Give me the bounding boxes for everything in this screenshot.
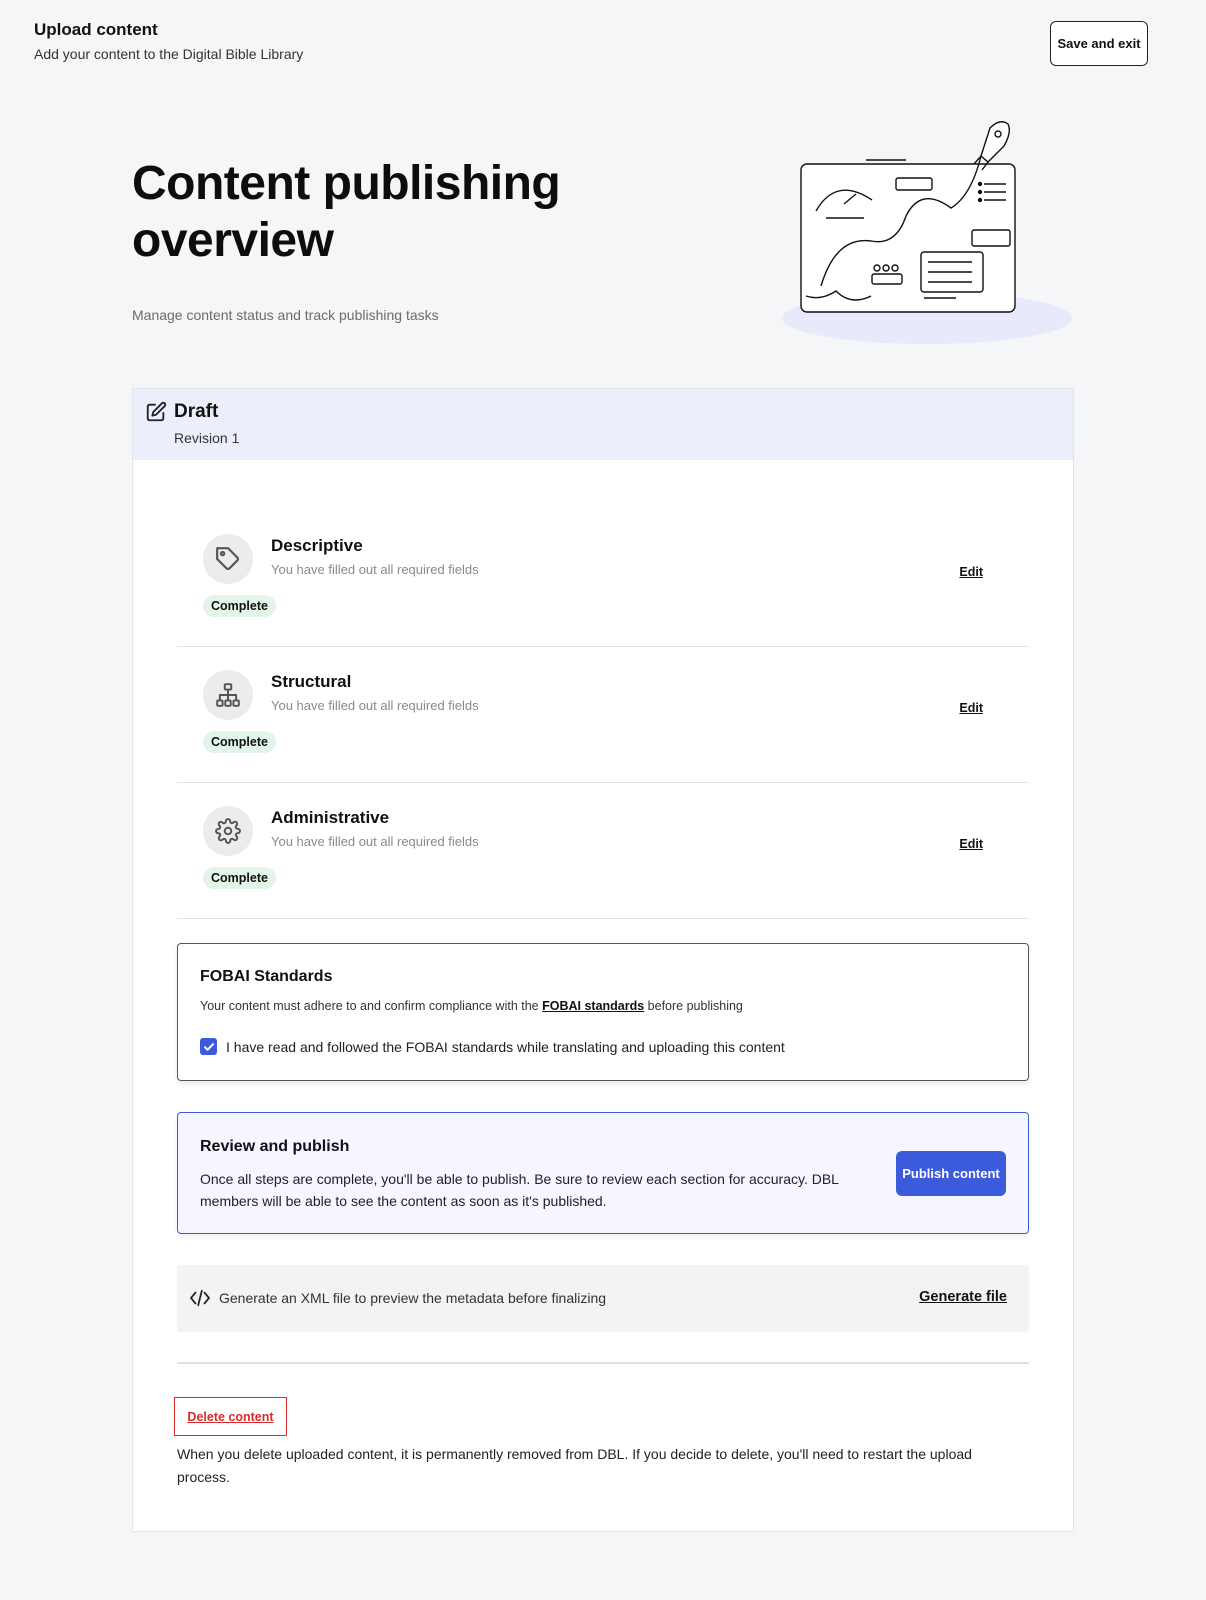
- page-title: Content publishing overview: [132, 157, 561, 267]
- revision-label: Revision 1: [174, 430, 240, 446]
- section-title: Descriptive: [271, 536, 363, 555]
- top-bar: Upload content Add your content to the D…: [34, 20, 303, 62]
- delete-warning-text: When you delete uploaded content, it is …: [177, 1446, 972, 1485]
- fobai-text-after: before publishing: [644, 999, 743, 1013]
- edit-icon: [146, 401, 167, 422]
- section-structural: Structural You have filled out all requi…: [177, 647, 1029, 783]
- edit-descriptive-link[interactable]: Edit: [959, 565, 983, 579]
- fobai-checkbox-label[interactable]: I have read and followed the FOBAI stand…: [226, 1039, 785, 1055]
- tag-icon: [203, 534, 253, 584]
- section-description: You have filled out all required fields: [271, 562, 479, 577]
- edit-structural-link[interactable]: Edit: [959, 701, 983, 715]
- status-badge: Complete: [203, 867, 276, 889]
- review-title: Review and publish: [200, 1138, 350, 1155]
- rocket-dashboard-illustration: [782, 121, 1072, 344]
- xml-generate-row: Generate an XML file to preview the meta…: [177, 1265, 1029, 1332]
- code-icon: [190, 1289, 210, 1307]
- section-description: You have filled out all required fields: [271, 834, 479, 849]
- publish-content-button[interactable]: Publish content: [896, 1151, 1006, 1196]
- generate-file-link[interactable]: Generate file: [919, 1289, 1007, 1305]
- review-text: Once all steps are complete, you'll be a…: [200, 1171, 839, 1209]
- app-subtitle: Add your content to the Digital Bible Li…: [34, 46, 304, 62]
- fobai-standards-panel: FOBAI Standards Your content must adhere…: [177, 943, 1029, 1081]
- gear-icon: [203, 806, 253, 856]
- section-title: Administrative: [271, 808, 390, 827]
- hero: Content publishing overview Manage conte…: [132, 155, 652, 323]
- app-title: Upload content: [34, 20, 158, 39]
- divider: [177, 1362, 1029, 1364]
- xml-text: Generate an XML file to preview the meta…: [219, 1290, 607, 1306]
- fobai-confirmation[interactable]: I have read and followed the FOBAI stand…: [200, 1038, 785, 1055]
- section-title: Structural: [271, 672, 352, 691]
- fobai-text: Your content must adhere to and confirm …: [200, 999, 743, 1013]
- section-description: You have filled out all required fields: [271, 698, 479, 713]
- hierarchy-icon: [203, 670, 253, 720]
- edit-administrative-link[interactable]: Edit: [959, 837, 983, 851]
- save-and-exit-button[interactable]: Save and exit: [1050, 21, 1148, 66]
- content-status-card: Draft Revision 1 Descriptive You have fi…: [132, 388, 1074, 1532]
- fobai-standards-link[interactable]: FOBAI standards: [542, 999, 644, 1013]
- status-badge: Complete: [203, 731, 276, 753]
- fobai-checkbox[interactable]: [200, 1038, 217, 1055]
- page-description: Manage content status and track publishi…: [132, 307, 439, 323]
- section-descriptive: Descriptive You have filled out all requ…: [177, 511, 1029, 647]
- fobai-text-before: Your content must adhere to and confirm …: [200, 999, 543, 1013]
- delete-content-button[interactable]: Delete content: [174, 1397, 287, 1436]
- status-label: Draft: [174, 401, 219, 422]
- status-badge: Complete: [203, 595, 276, 617]
- fobai-title: FOBAI Standards: [200, 968, 333, 985]
- checkmark-icon: [203, 1042, 214, 1051]
- card-header: Draft Revision 1: [133, 389, 1073, 460]
- section-administrative: Administrative You have filled out all r…: [177, 783, 1029, 919]
- review-publish-panel: Review and publish Once all steps are co…: [177, 1112, 1029, 1234]
